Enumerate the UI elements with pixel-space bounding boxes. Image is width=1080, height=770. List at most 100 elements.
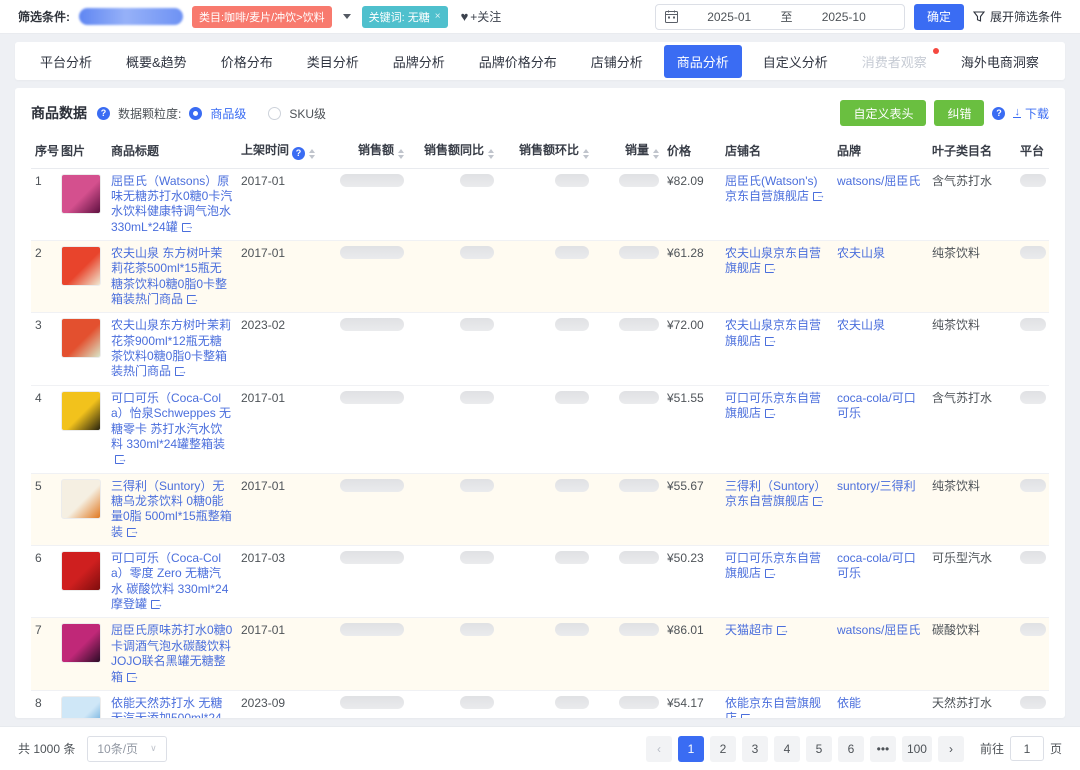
col-label: 销售额 (358, 143, 394, 157)
brand-link[interactable]: suntory/三得利 (837, 479, 916, 493)
custom-columns-button[interactable]: 自定义表头 (840, 100, 926, 126)
product-title-link[interactable]: 屈臣氏原味苏打水0糖0卡调酒气泡水碳酸饮料JOJO联名黑罐无糖整箱 (111, 623, 232, 683)
col-label: 叶子类目名 (932, 144, 992, 158)
volume-redacted-value (619, 551, 659, 564)
tab-brand-price-distribution[interactable]: 品牌价格分布 (466, 45, 570, 78)
page-button-5[interactable]: 5 (806, 736, 832, 762)
radio-sku-level-label[interactable]: SKU级 (289, 105, 326, 122)
product-title-link[interactable]: 农夫山泉 东方树叶茉莉花茶500ml*15瓶无糖茶饮料0糖0脂0卡整箱装热门商品 (111, 246, 227, 306)
page-button-2[interactable]: 2 (710, 736, 736, 762)
cell-platform (1016, 240, 1049, 312)
page-size-select[interactable]: 10条/页 ∨ (87, 736, 166, 762)
tab-overseas-ecommerce[interactable]: 海外电商洞察 (948, 45, 1052, 78)
shop-link[interactable]: 依能京东自营旗舰店 (725, 696, 821, 718)
shop-link[interactable]: 可口可乐京东自营旗舰店 (725, 391, 821, 420)
prev-page-button[interactable]: ‹ (646, 736, 672, 762)
tab-shop-analysis[interactable]: 店铺分析 (578, 45, 656, 78)
help-icon[interactable] (97, 107, 110, 120)
page-button-3[interactable]: 3 (742, 736, 768, 762)
col-volume[interactable]: 销量 (593, 136, 663, 168)
col-sales-mom[interactable]: 销售额环比 (498, 136, 593, 168)
shop-link[interactable]: 天猫超市 (725, 623, 786, 637)
product-thumbnail[interactable] (61, 623, 101, 663)
shop-link[interactable]: 屈臣氏(Watson's)京东自营旗舰店 (725, 174, 822, 203)
cell-title: 屈臣氏（Watsons）原味无糖苏打水0糖0卡汽水饮料健康特调气泡水330mL*… (107, 168, 237, 240)
radio-product-level-label[interactable]: 商品级 (210, 105, 246, 122)
brand-link[interactable]: 农夫山泉 (837, 318, 885, 332)
tab-product-analysis[interactable]: 商品分析 (664, 45, 742, 78)
date-range-picker[interactable]: 2025-01 至 2025-10 (655, 4, 905, 30)
date-start-input[interactable]: 2025-01 (678, 10, 781, 24)
product-thumbnail[interactable] (61, 318, 101, 358)
brand-link[interactable]: coca-cola/可口可乐 (837, 551, 916, 580)
volume-redacted-value (619, 623, 659, 636)
total-count: 共 1000 条 (18, 740, 75, 757)
cell-mom (498, 240, 593, 312)
tab-platform-analysis[interactable]: 平台分析 (27, 45, 105, 78)
sales-redacted-value (340, 174, 404, 187)
follow-button[interactable]: ♥ +关注 (461, 8, 502, 25)
product-title-link[interactable]: 依能天然苏打水 无糖无汽无添加500ml*24瓶塑膜装弱碱饮用天然水解渴 (111, 696, 231, 718)
col-sales[interactable]: 销售额 (313, 136, 408, 168)
shop-link[interactable]: 可口可乐京东自营旗舰店 (725, 551, 821, 580)
tab-category-analysis[interactable]: 类目分析 (294, 45, 372, 78)
page-button-1[interactable]: 1 (678, 736, 704, 762)
product-title-link[interactable]: 屈臣氏（Watsons）原味无糖苏打水0糖0卡汽水饮料健康特调气泡水330mL*… (111, 174, 232, 234)
sales-redacted-value (340, 246, 404, 259)
product-title-link[interactable]: 可口可乐（Coca-Cola）零度 Zero 无糖汽水 碳酸饮料 330ml*2… (111, 551, 228, 611)
brand-link[interactable]: 农夫山泉 (837, 246, 885, 260)
expand-filters-button[interactable]: 展开筛选条件 (973, 8, 1062, 25)
chevron-down-icon[interactable] (343, 14, 351, 19)
date-end-input[interactable]: 2025-10 (792, 10, 895, 24)
product-thumbnail[interactable] (61, 551, 101, 591)
product-title-link[interactable]: 农夫山泉东方树叶茉莉花茶900ml*12瓶无糖茶饮料0糖0脂0卡整箱装热门商品 (111, 318, 231, 378)
category-filter-tag[interactable]: 类目:咖啡/麦片/冲饮>饮料 (192, 6, 332, 28)
goto-label: 前往 (980, 740, 1004, 757)
keyword-filter-tag[interactable]: 关键词: 无糖 × (362, 6, 448, 28)
granularity-label: 数据颗粒度: (118, 105, 181, 122)
product-thumbnail[interactable] (61, 696, 101, 718)
date-separator: 至 (780, 8, 792, 25)
product-thumbnail[interactable] (61, 246, 101, 286)
next-page-button[interactable]: › (938, 736, 964, 762)
tab-price-distribution[interactable]: 价格分布 (208, 45, 286, 78)
chevron-down-icon: ∨ (150, 743, 157, 754)
download-button[interactable]: ↓ 下载 (1013, 105, 1049, 122)
col-listed-time[interactable]: 上架时间 (237, 136, 313, 168)
tab-overview-trend[interactable]: 概要&趋势 (113, 45, 200, 78)
product-thumbnail[interactable] (61, 479, 101, 519)
external-link-icon (765, 569, 774, 578)
product-thumbnail[interactable] (61, 391, 101, 431)
mom-redacted-value (555, 246, 589, 259)
confirm-button[interactable]: 确定 (914, 4, 964, 30)
close-icon[interactable]: × (435, 12, 441, 22)
shop-link[interactable]: 农夫山泉京东自营旗舰店 (725, 318, 821, 347)
goto-page-input[interactable] (1010, 736, 1044, 761)
shop-link[interactable]: 三得利（Suntory）京东自营旗舰店 (725, 479, 826, 508)
product-title-link[interactable]: 三得利（Suntory）无糖乌龙茶饮料 0糖0能量0脂 500ml*15瓶整箱装 (111, 479, 232, 539)
product-title-link[interactable]: 可口可乐（Coca-Cola）怡泉Schweppes 无糖零卡 苏打水汽水饮料 … (111, 391, 231, 466)
platform-redacted-value (1020, 174, 1046, 187)
col-sales-yoy[interactable]: 销售额同比 (408, 136, 498, 168)
download-help-icon[interactable] (992, 107, 1005, 120)
brand-link[interactable]: 依能 (837, 696, 861, 710)
cell-price: ¥55.67 (663, 473, 721, 545)
page-button-6[interactable]: 6 (838, 736, 864, 762)
shop-link[interactable]: 农夫山泉京东自营旗舰店 (725, 246, 821, 275)
brand-link[interactable]: watsons/屈臣氏 (837, 174, 920, 188)
radio-product-level[interactable] (189, 107, 202, 120)
brand-link[interactable]: watsons/屈臣氏 (837, 623, 920, 637)
tab-brand-analysis[interactable]: 品牌分析 (380, 45, 458, 78)
col-leaf-category: 叶子类目名 (928, 136, 1016, 168)
brand-link[interactable]: coca-cola/可口可乐 (837, 391, 916, 420)
tab-custom-analysis[interactable]: 自定义分析 (750, 45, 841, 78)
help-icon[interactable] (292, 147, 305, 160)
tab-consumer-insight[interactable]: 消费者观察 (849, 45, 940, 78)
correction-button[interactable]: 纠错 (934, 100, 984, 126)
radio-sku-level[interactable] (268, 107, 281, 120)
cell-volume (593, 385, 663, 473)
page-button-4[interactable]: 4 (774, 736, 800, 762)
page-button-100[interactable]: 100 (902, 736, 932, 762)
product-thumbnail[interactable] (61, 174, 101, 214)
product-table: 序号图片商品标题上架时间销售额销售额同比销售额环比销量价格店铺名品牌叶子类目名平… (31, 136, 1049, 718)
